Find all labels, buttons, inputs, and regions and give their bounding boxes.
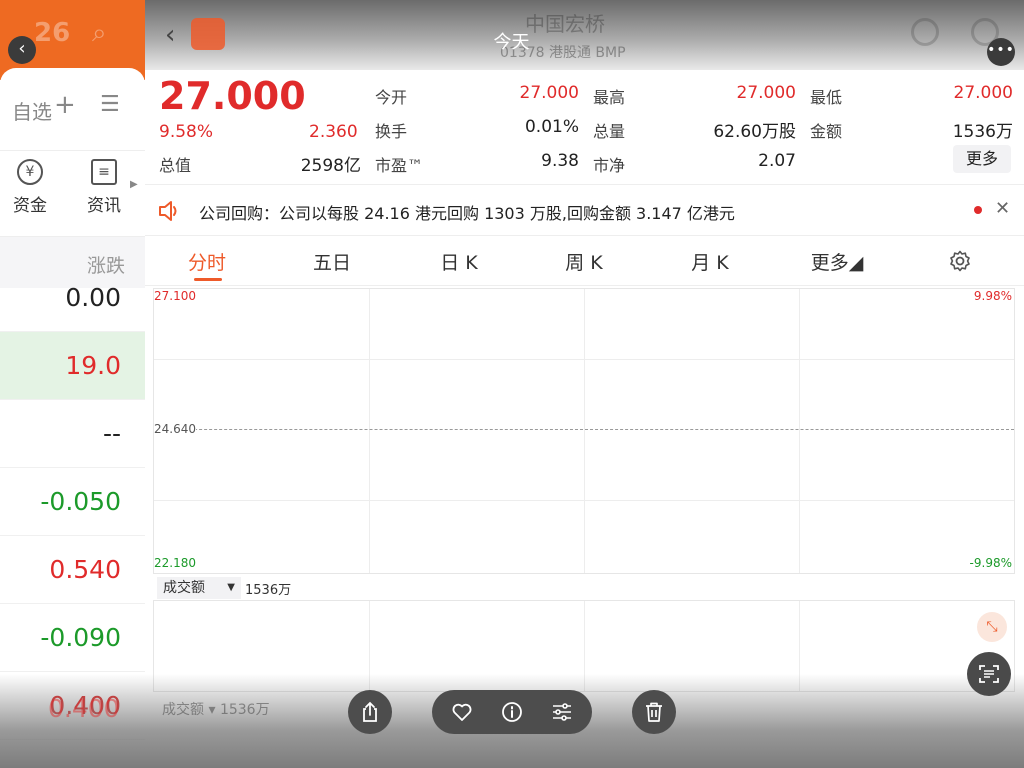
stat-value-volume: 62.60万股 [713, 122, 796, 142]
chevron-left-icon: ‹ [18, 38, 26, 59]
category-label: 资金 [13, 196, 47, 216]
ellipsis-icon: ••• [987, 42, 1015, 58]
volume-value: 1536万 [245, 583, 292, 598]
menu-icon[interactable]: ☰ [100, 92, 120, 117]
scan-text-button[interactable] [967, 652, 1011, 696]
back-button[interactable]: ‹ [8, 36, 36, 64]
stat-value-amount: 1536万 [952, 122, 1013, 142]
stat-label-amount: 金额 [810, 122, 843, 141]
share-button[interactable] [348, 690, 392, 734]
more-options-button[interactable]: ••• [987, 38, 1015, 66]
stat-value-low: 27.000 [953, 83, 1013, 103]
category-label: 资讯 [87, 196, 121, 216]
stat-value-turnover: 0.01% [524, 117, 579, 137]
info-icon[interactable] [500, 700, 524, 724]
category-row: ¥ 资金 ≡ 资讯 ▶ [0, 150, 145, 220]
search-icon[interactable]: ⌕ [92, 18, 107, 49]
stat-label-low: 最低 [810, 88, 843, 107]
volume-ghost-label: 成交额 ▾ 1536万 [162, 702, 270, 718]
top-bar: ‹ 中国宏桥 01378 港股通 BMP 今天 ••• [145, 0, 1024, 70]
unread-dot [974, 206, 982, 214]
stat-label-open: 今开 [375, 88, 408, 107]
grid-line [369, 289, 370, 573]
change-amount: 2.360 [309, 122, 358, 142]
volume-header: 成交额 ▼ 1536万 [153, 575, 1015, 600]
stock-detail-panel: ‹ 中国宏桥 01378 港股通 BMP 今天 ••• 27.000 9.58%… [145, 0, 1024, 768]
volume-ghost-selector: 成交额 [162, 702, 204, 718]
volume-indicator-label: 成交额 [163, 580, 205, 596]
list-item[interactable]: -- [0, 400, 145, 468]
action-pill [432, 690, 592, 734]
y-axis-bottom-label: 22.180 [154, 556, 196, 570]
tab-five-day[interactable]: 五日 [287, 248, 377, 275]
tab-daily-k[interactable]: 日 K [414, 248, 504, 275]
stat-label-pb: 市净 [593, 156, 626, 175]
stat-label-high: 最高 [593, 88, 626, 107]
pct-axis-bottom-label: -9.98% [969, 556, 1012, 570]
announcement-text: 公司回购：公司以每股 24.16 港元回购 1303 万股,回购金额 3.147… [199, 204, 735, 223]
delete-button[interactable] [632, 690, 676, 734]
chart-tabs: 分时 五日 日 K 周 K 月 K 更多◢ [145, 236, 1024, 286]
list-item-ghost: 0.400 [48, 694, 120, 723]
volume-indicator-select[interactable]: 成交额 ▼ [157, 577, 241, 599]
list-item[interactable]: -0.090 [0, 604, 145, 672]
header-ghost-text: 26 [34, 18, 71, 48]
change-percent: 9.58% [159, 122, 214, 142]
stat-value-market-cap: 2598亿 [300, 156, 361, 176]
y-axis-mid-label: 24.640 [154, 422, 196, 436]
speaker-icon [159, 201, 177, 221]
list-item[interactable]: 0.00 [0, 264, 145, 332]
trash-icon [646, 702, 662, 722]
list-item[interactable]: -0.050 [0, 468, 145, 536]
caret-down-icon: ▼ [227, 582, 235, 593]
refresh-icon[interactable] [911, 18, 939, 46]
adjust-icon[interactable] [550, 700, 574, 724]
intraday-chart[interactable]: 27.100 24.640 22.180 9.98% -9.98% [153, 288, 1015, 574]
stat-value-open: 27.000 [519, 83, 579, 103]
current-price: 27.000 [159, 74, 306, 118]
stat-label-market-cap: 总值 [159, 156, 192, 175]
watchlist-tab-label[interactable]: 自选 [12, 96, 52, 125]
more-stats-button[interactable]: 更多 [953, 145, 1011, 173]
announcement-bar[interactable]: 公司回购：公司以每股 24.16 港元回购 1303 万股,回购金额 3.147… [145, 184, 1024, 236]
grid-line [154, 359, 1014, 360]
scan-text-icon [979, 665, 999, 683]
grid-line [584, 289, 585, 573]
page-title: 今天 [493, 32, 530, 53]
tab-monthly-k[interactable]: 月 K [665, 248, 755, 275]
tab-weekly-k[interactable]: 周 K [539, 248, 629, 275]
tab-more[interactable]: 更多◢ [792, 248, 882, 275]
stat-label-pe: 市盈™ [375, 156, 424, 175]
active-tab-indicator [194, 278, 222, 281]
stat-value-high: 27.000 [736, 83, 796, 103]
stat-value-pb: 2.07 [758, 151, 796, 171]
list-item[interactable]: 0.540 [0, 536, 145, 604]
prev-close-line [154, 429, 1014, 430]
chevron-right-icon: ▶ [130, 179, 138, 190]
watchlist-toolbar: 自选 + ☰ [0, 88, 145, 132]
grid-line [799, 289, 800, 573]
add-icon[interactable]: + [54, 90, 76, 120]
yen-icon: ¥ [17, 159, 43, 185]
watchlist-panel: 26 ⌕ ‹ 自选 + ☰ ¥ 资金 ≡ 资讯 ▶ 涨跌 0.00 19.0 -… [0, 0, 145, 768]
share-icon [363, 701, 377, 722]
document-icon: ≡ [91, 159, 117, 185]
app-root: 26 ⌕ ‹ 自选 + ☰ ¥ 资金 ≡ 资讯 ▶ 涨跌 0.00 19.0 -… [0, 0, 1024, 768]
category-news[interactable]: ≡ 资讯 [74, 159, 134, 216]
list-item[interactable]: 19.0 [0, 332, 145, 400]
grid-line [154, 500, 1014, 501]
category-funds[interactable]: ¥ 资金 [0, 159, 60, 216]
stat-label-turnover: 换手 [375, 122, 408, 141]
stat-label-volume: 总量 [593, 122, 626, 141]
heart-icon[interactable] [450, 700, 474, 724]
stat-value-pe: 9.38 [541, 151, 579, 171]
tab-intraday[interactable]: 分时 [162, 248, 252, 275]
expand-chart-button[interactable]: ⤡ [977, 612, 1007, 642]
gear-icon[interactable] [948, 249, 972, 273]
volume-ghost-value: 1536万 [219, 702, 270, 718]
y-axis-top-label: 27.100 [154, 289, 196, 303]
close-icon[interactable]: ✕ [995, 198, 1010, 219]
expand-icon: ⤡ [986, 619, 998, 635]
pct-axis-top-label: 9.98% [973, 289, 1012, 303]
